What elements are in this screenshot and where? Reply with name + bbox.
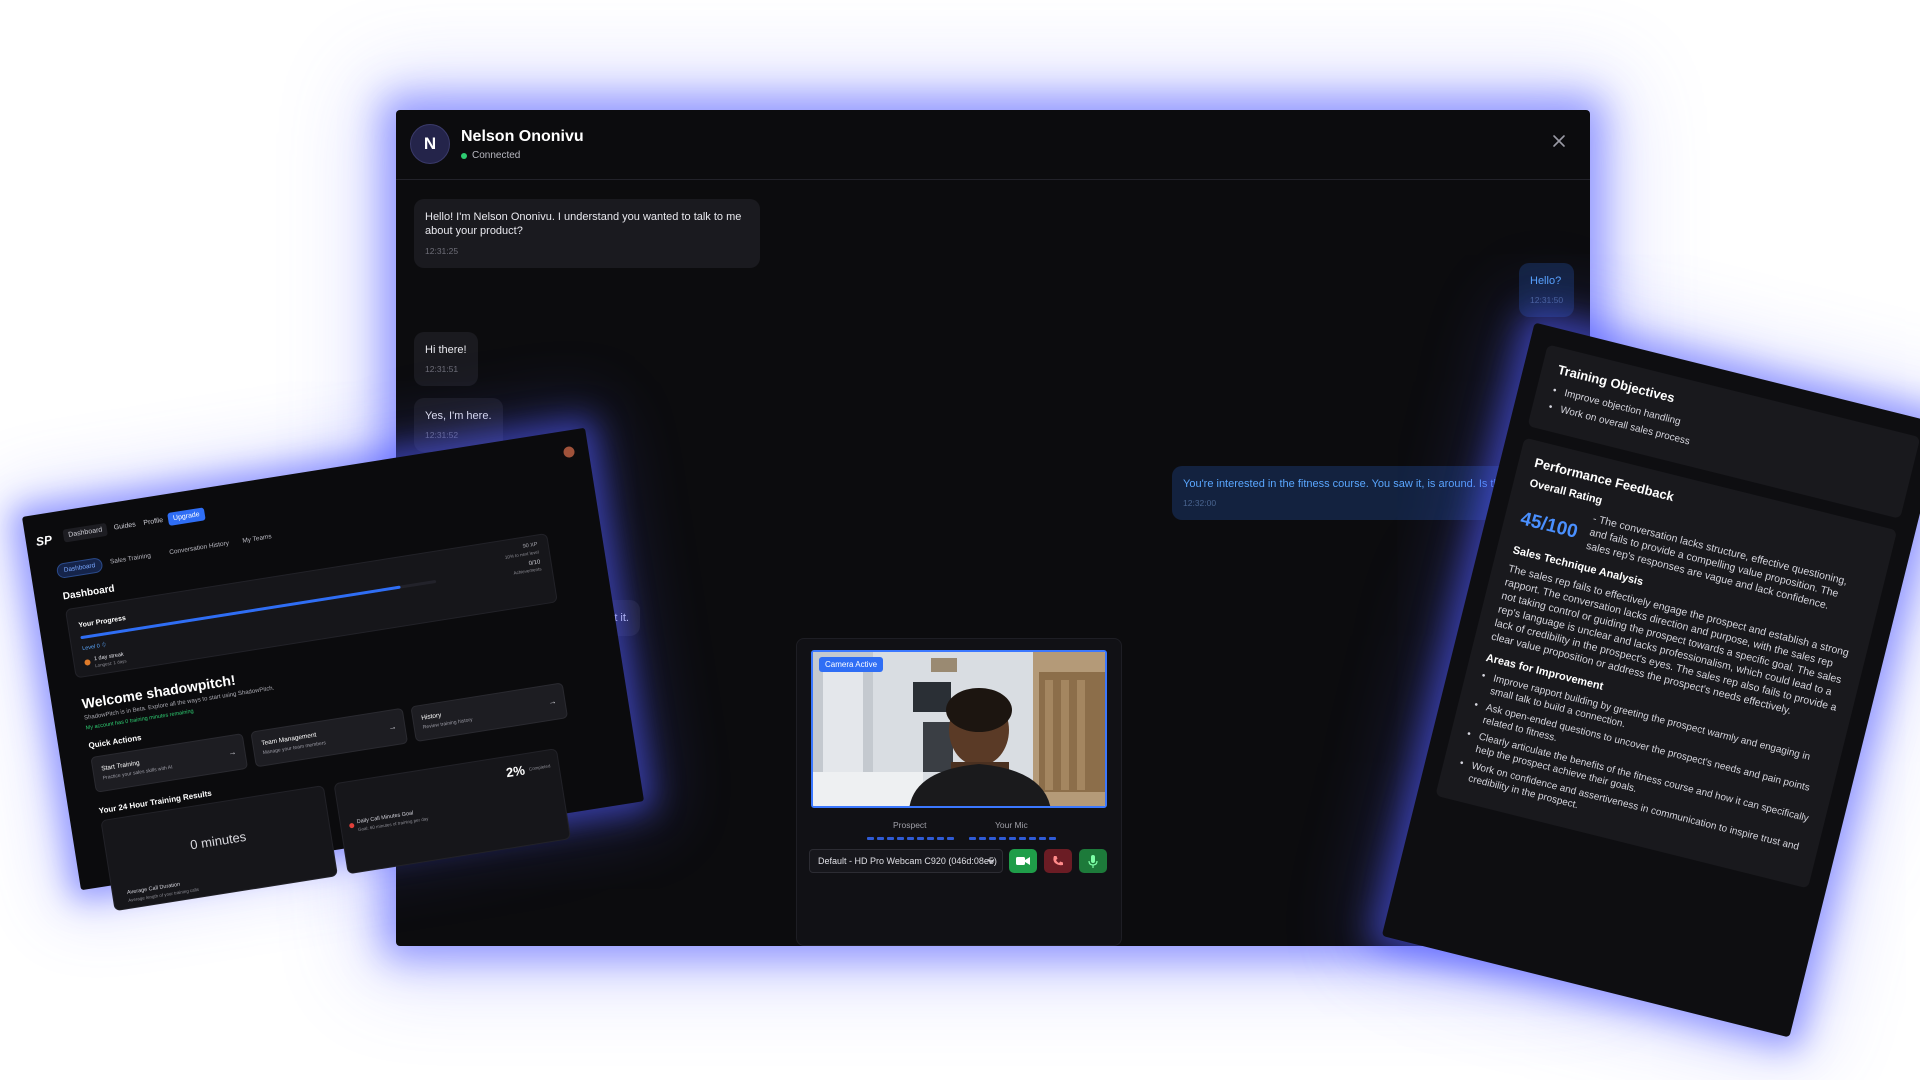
end-call-button[interactable] [1044,849,1072,873]
message-time: 12:32:00 [1183,498,1217,509]
shadowpitch-logo: SP [34,532,53,549]
prospect-meter-label: Prospect [893,820,927,830]
nav-profile[interactable]: Profile [138,513,170,531]
chat-header: N Nelson Ononivu Connected [396,110,1590,180]
message-text: Yes, I'm here. [425,410,492,422]
goal-percent: 2% [504,762,526,781]
connection-status: Connected [461,150,520,161]
promo-stage: N Nelson Ononivu Connected Hello! I'm Ne… [0,0,1920,1080]
mic-audio-meter [969,837,1056,840]
arrow-right-icon: → [227,747,238,758]
page-title: Dashboard [62,583,116,603]
camera-device-value: Default - HD Pro Webcam C920 (046d:08e5) [818,856,997,866]
chat-message-incoming: Hello! I'm Nelson Ononivu. I understand … [414,199,760,268]
history-card[interactable]: History Review training history → [410,682,569,743]
performance-feedback-card: Performance Feedback Overall Rating 45/1… [1435,437,1898,889]
contact-avatar: N [410,124,450,164]
progress-fill [80,585,401,640]
streak-flame-icon [84,659,91,666]
mic-toggle-button[interactable] [1079,849,1107,873]
camera-device-select[interactable]: Default - HD Pro Webcam C920 (046d:08e5) [809,849,1003,873]
qa-title-text: History [420,711,442,722]
message-time: 12:31:50 [1530,295,1564,306]
arrow-right-icon: → [547,696,558,707]
arrow-right-icon: → [387,721,398,733]
status-dot-icon [461,152,467,159]
level-label: Level 0 ⏀ [81,642,108,653]
video-call-panel: Camera Active Prospect Your Mic Default … [796,638,1122,946]
tab-conversation-history[interactable]: Conversation History [162,536,235,560]
video-camera-icon [1016,857,1030,865]
chevron-down-icon [987,859,995,864]
target-icon [348,822,355,829]
contact-name: Nelson Ononivu [461,128,584,145]
nav-dashboard[interactable]: Dashboard [62,522,109,543]
chat-message-incoming: Hi there! 12:31:51 [414,332,478,387]
user-avatar[interactable] [562,445,576,459]
chat-message-outgoing: Hello? 12:31:50 [1519,263,1575,318]
tab-dashboard[interactable]: Dashboard [55,557,104,580]
progress-label: Your Progress [78,614,127,630]
webcam-video: Camera Active [811,650,1107,808]
microphone-icon [1088,854,1098,868]
nav-upgrade-button[interactable]: Upgrade [167,507,206,526]
minutes-value: 0 minutes [189,828,248,853]
goal-completed-label: Completed [528,763,551,772]
chat-message-outgoing: You're interested in the fitness course.… [1172,466,1512,521]
dashboard-screenshot: SP Dashboard Guides Profile Upgrade Dash… [21,427,645,912]
quick-actions-title: Quick Actions [87,732,143,751]
camera-active-badge: Camera Active [819,657,884,672]
message-text: You're interested in the fitness course.… [1183,478,1500,490]
tab-sales-training[interactable]: Sales Training [103,548,158,569]
camera-toggle-button[interactable] [1009,849,1037,873]
prospect-audio-meter [867,837,954,840]
tab-my-teams[interactable]: My Teams [236,529,279,548]
next-level-text: 10% to next level [504,549,540,560]
mic-meter-label: Your Mic [995,820,1028,830]
achievements-label: Achievements [513,566,542,576]
message-text: Hello! I'm Nelson Ononivu. I understand … [425,211,742,238]
message-text: Hello? [1530,275,1562,287]
close-icon[interactable] [1552,134,1566,148]
message-time: 12:31:51 [425,364,459,375]
message-text: Hi there! [425,344,467,356]
webcam-feed-image [813,652,1105,806]
message-time: 12:31:25 [425,245,459,256]
xp-value: 90 XP [522,541,539,550]
nav-guides[interactable]: Guides [108,518,142,536]
phone-icon [1053,856,1063,866]
status-text: Connected [472,150,521,161]
rating-score: 45/100 [1518,508,1580,543]
team-management-card[interactable]: Team Management Manage your team members… [250,707,409,768]
message-time: 12:31:52 [425,430,459,441]
